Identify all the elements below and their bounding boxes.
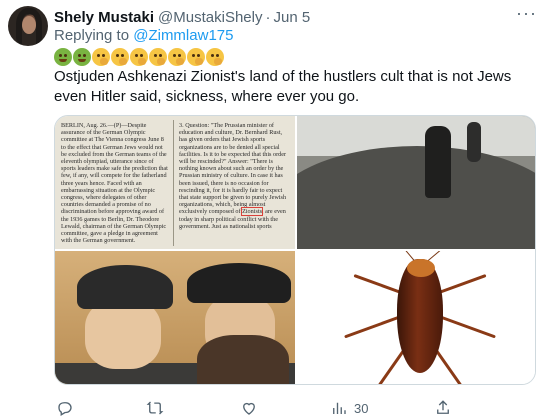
replying-to: Replying to @Zimmlaw175 (54, 27, 233, 44)
share-icon (437, 400, 449, 414)
cockroach-leg (438, 315, 496, 339)
separator-dot: · (265, 8, 271, 26)
newspaper-column-left: BERLIN, Aug. 26.—(P)—Despite assurance o… (61, 122, 168, 245)
thinking-face-icon (206, 48, 224, 66)
mouth (59, 59, 67, 62)
cockroach-leg (438, 273, 487, 294)
like-icon (243, 402, 255, 415)
nauseated-face-icon (54, 48, 72, 66)
like-button[interactable] (240, 398, 264, 418)
avatar-face (22, 16, 36, 34)
media-newspaper[interactable]: BERLIN, Aug. 26.—(P)—Despite assurance o… (55, 116, 295, 249)
display-name[interactable]: Shely Mustaki (54, 9, 154, 26)
hand (100, 58, 108, 65)
tweet-header: Shely Mustaki @MustakiShely · Jun 5 (54, 7, 310, 27)
more-options-icon[interactable]: ··· (516, 4, 536, 26)
photo-mound (297, 146, 535, 249)
media-photo[interactable] (297, 116, 535, 249)
cockroach-leg (433, 347, 477, 384)
thinking-face-icon (149, 48, 167, 66)
thinking-face-icon (130, 48, 148, 66)
thinking-face-icon (111, 48, 129, 66)
tweet-text: Ostjuden Ashkenazi Zionist's land of the… (54, 68, 512, 105)
views-icon (333, 402, 346, 414)
retweet-button[interactable] (146, 398, 170, 418)
hand (138, 58, 146, 65)
tweet[interactable]: Shely Mustaki @MustakiShely · Jun 5 ··· … (0, 0, 542, 420)
newspaper-divider (173, 120, 174, 246)
media-grid: BERLIN, Aug. 26.—(P)—Despite assurance o… (54, 115, 536, 385)
replying-to-mention[interactable]: @Zimmlaw175 (133, 27, 233, 44)
newspaper-answer: Answer: "There is nothing known about su… (179, 158, 287, 216)
cockroach-head (407, 259, 435, 277)
cartoon-hat (77, 265, 173, 309)
retweet-icon (146, 401, 164, 415)
views-button[interactable]: 30 (330, 398, 368, 418)
tweet-date[interactable]: Jun 5 (273, 9, 310, 26)
hand (214, 58, 222, 65)
hand (119, 58, 127, 65)
action-bar: 30 (54, 398, 536, 418)
cockroach-leg (344, 315, 402, 339)
reply-button[interactable] (56, 398, 80, 418)
newspaper-column-right: 3. Question: "The Prussian minister of e… (179, 122, 287, 246)
photo-figure (467, 122, 481, 162)
hand (176, 58, 184, 65)
hand (195, 58, 203, 65)
thinking-face-icon (168, 48, 186, 66)
user-handle[interactable]: @MustakiShely (158, 9, 262, 26)
thinking-face-icon (92, 48, 110, 66)
cockroach-leg (363, 347, 407, 384)
photo-figure (425, 126, 451, 198)
cartoon-face (85, 299, 161, 369)
cockroach-leg (353, 273, 402, 294)
thinking-face-icon (187, 48, 205, 66)
hand (157, 58, 165, 65)
cartoon-beard (197, 335, 289, 384)
cockroach-antenna (426, 251, 481, 262)
reply-icon (58, 402, 72, 416)
media-cockroach[interactable] (297, 251, 535, 384)
media-cartoon[interactable] (55, 251, 295, 384)
avatar[interactable] (8, 6, 48, 46)
cartoon-hat (187, 263, 291, 303)
newspaper-highlight: Zionists (241, 207, 264, 217)
mouth (78, 59, 86, 62)
bookmark-share-button[interactable] (434, 398, 458, 418)
views-count: 30 (354, 400, 369, 416)
emoji-row (54, 48, 225, 66)
nauseated-face-icon (73, 48, 91, 66)
cockroach-antenna (376, 251, 416, 262)
replying-to-label: Replying to (54, 27, 130, 44)
